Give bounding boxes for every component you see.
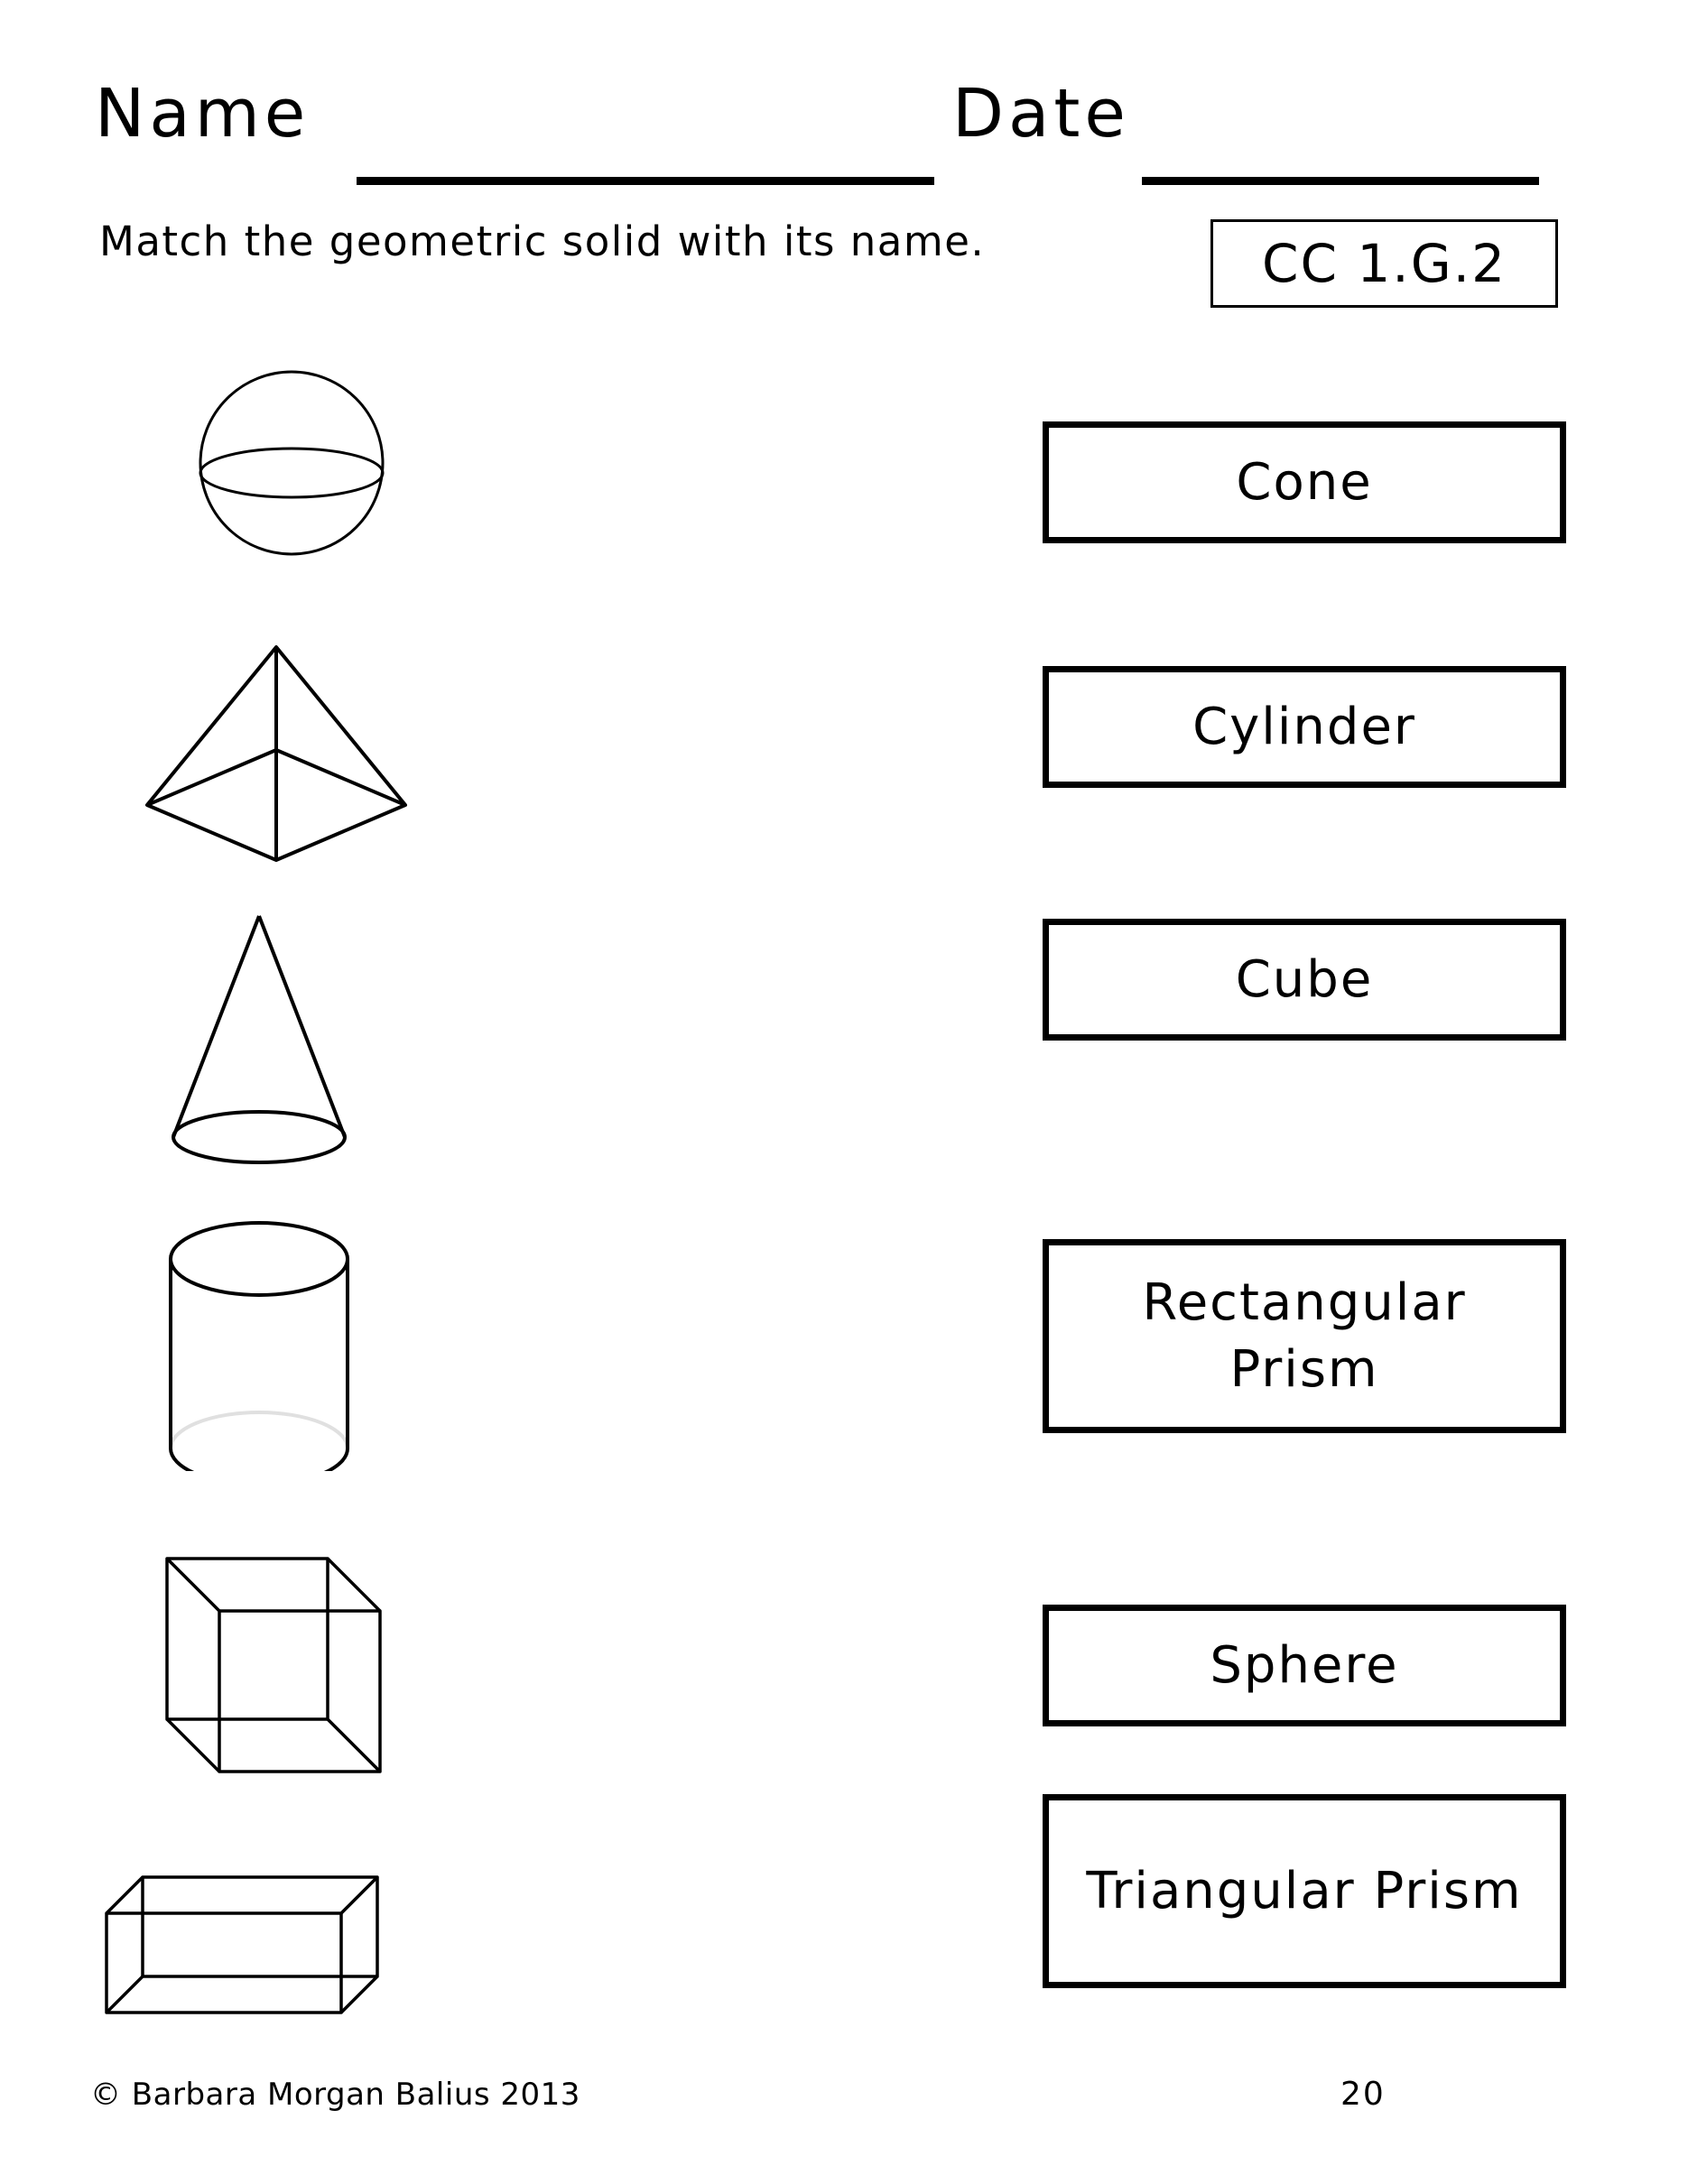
shapes-column [0,325,560,2040]
shape-item-square-pyramid[interactable] [0,623,560,866]
answer-label: Cone [1236,452,1373,512]
shape-item-cube[interactable] [0,1543,560,1787]
instruction-text: Match the geometric solid with its name. [99,217,986,265]
name-label: Name [95,75,311,153]
answer-box-triangular-prism[interactable]: Triangular Prism [1043,1794,1566,1988]
page-number: 20 [1340,2076,1386,2113]
shape-item-cylinder[interactable] [0,1209,560,1471]
pyramid-shape [145,645,407,862]
answer-label: Cylinder [1192,697,1416,756]
shape-item-sphere[interactable] [0,343,560,569]
answer-label: Sphere [1210,1635,1399,1695]
answer-box-cube[interactable]: Cube [1043,919,1566,1041]
answer-label: Cube [1235,949,1374,1009]
answer-box-rectangular-prism[interactable]: Rectangular Prism [1043,1239,1566,1433]
shape-item-rectangular-prism[interactable] [0,1832,560,2022]
answer-box-cone[interactable]: Cone [1043,421,1566,543]
worksheet-page: Name Date Match the geometric solid with… [0,0,1688,2184]
answer-boxes-column: Cone Cylinder Cube Rectangular Prism Sph… [1020,0,1688,2184]
sphere-shape [199,370,385,556]
copyright-text: © Barbara Morgan Balius 2013 [90,2077,580,2113]
rectangular-prism-shape [105,1875,379,2014]
cylinder-shape [169,1221,349,1471]
name-write-in-line[interactable] [357,177,934,185]
answer-box-sphere[interactable]: Sphere [1043,1605,1566,1726]
answer-label: Triangular Prism [1086,1861,1523,1920]
cube-shape [165,1557,382,1773]
answer-box-cylinder[interactable]: Cylinder [1043,666,1566,788]
cone-shape [172,915,347,1164]
shape-item-cone[interactable] [0,902,560,1164]
worksheet-footer: © Barbara Morgan Balius 2013 20 [0,2067,1688,2148]
answer-label: Rectangular Prism [1142,1272,1467,1399]
